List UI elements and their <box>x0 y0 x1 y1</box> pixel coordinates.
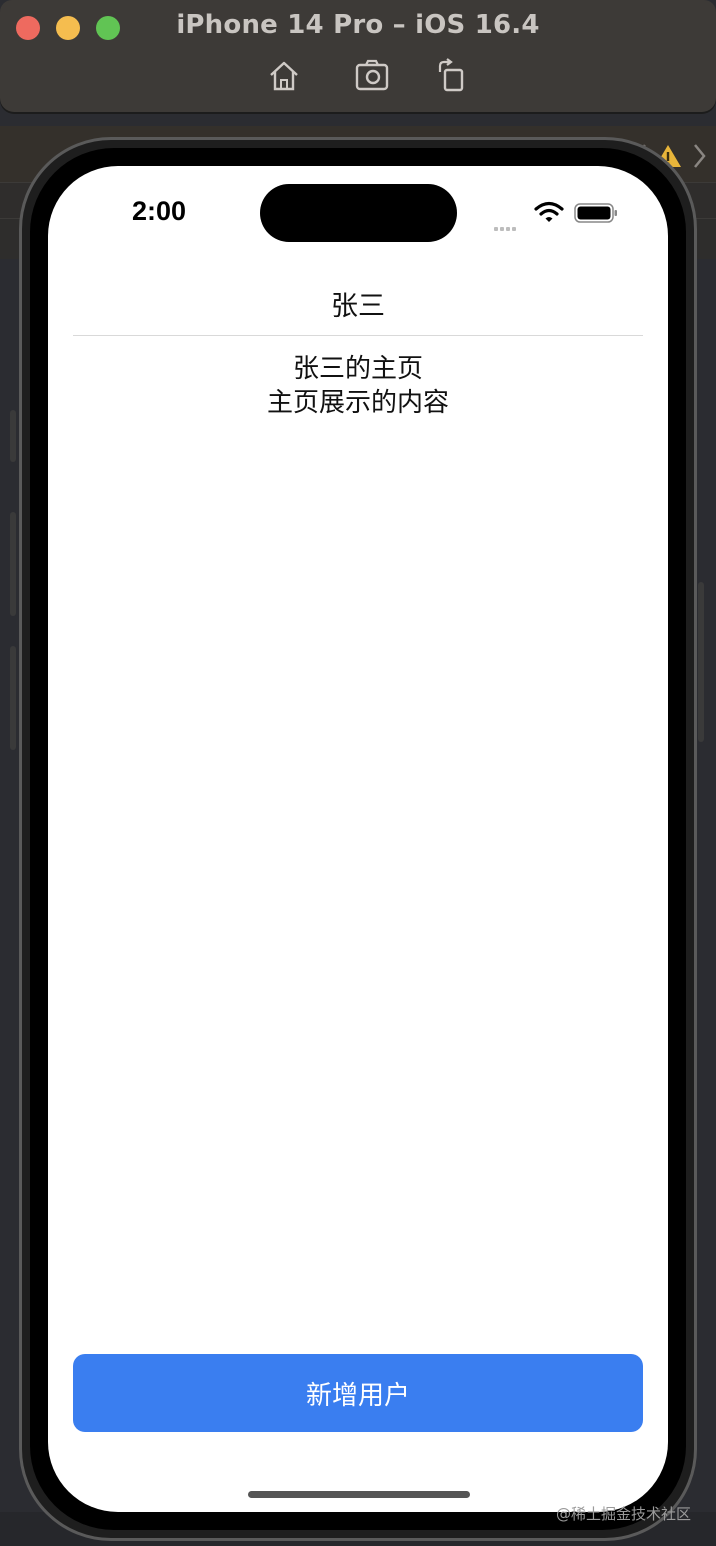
side-button-volume-down <box>10 646 16 750</box>
profile-description: 主页展示的内容 <box>266 388 449 418</box>
add-user-button[interactable]: 新增用户 <box>73 1354 643 1432</box>
simulator-title-bar: iPhone 14 Pro – iOS 16.4 <box>0 0 716 112</box>
home-indicator[interactable] <box>248 1491 470 1498</box>
side-button-mute <box>10 410 16 462</box>
wifi-icon <box>534 201 564 222</box>
rotate-icon[interactable] <box>434 58 470 94</box>
side-button-volume-up <box>10 512 16 616</box>
battery-icon <box>574 203 617 223</box>
watermark: @稀土掘金技术社区 <box>556 1505 692 1523</box>
screenshot-icon[interactable] <box>354 58 390 94</box>
status-time: 2:00 <box>132 196 187 226</box>
signal-icon <box>494 216 518 235</box>
side-button-power <box>698 582 704 742</box>
profile-heading: 张三的主页 <box>292 354 423 384</box>
home-icon[interactable] <box>266 58 302 94</box>
window-title: iPhone 14 Pro – iOS 16.4 <box>176 10 540 40</box>
dynamic-island <box>260 184 457 242</box>
nav-divider <box>73 335 643 336</box>
nav-title: 张三 <box>331 291 385 322</box>
phone-screen: 2:00 张三 张三的主页 主页展示的内容 新增用户 <box>48 166 668 1512</box>
chevron-right-icon[interactable] <box>690 142 708 170</box>
